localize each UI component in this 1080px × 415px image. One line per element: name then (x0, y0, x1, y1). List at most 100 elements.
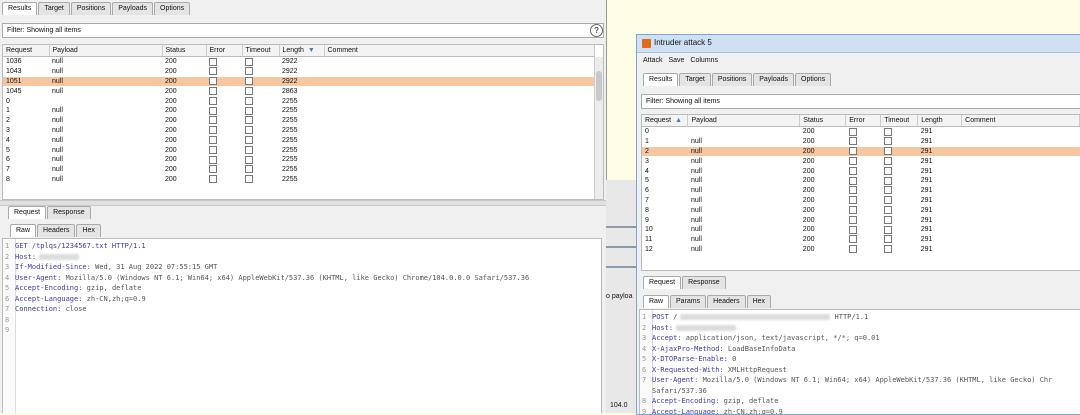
cell-timeout (242, 175, 279, 185)
scroll-thumb[interactable] (596, 71, 602, 101)
table-row[interactable]: 6null2002255 (3, 155, 594, 165)
cell-comment (324, 106, 594, 116)
table-row[interactable]: 2null2002255 (3, 116, 594, 126)
title-bar[interactable]: Intruder attack 5 (637, 35, 1080, 53)
cell-status: 200 (800, 127, 846, 137)
tab-response[interactable]: Response (47, 206, 91, 219)
cell-timeout (881, 156, 918, 166)
tab-response[interactable]: Response (682, 276, 726, 289)
table-row[interactable]: 5null2002255 (3, 145, 594, 155)
column-header-error[interactable]: Error (206, 45, 242, 57)
table-row[interactable]: 0200291 (642, 127, 1080, 137)
table-row[interactable]: 1null2002255 (3, 106, 594, 116)
table-row[interactable]: 1051null2002922 (3, 77, 594, 87)
table-row[interactable]: 8null2002255 (3, 175, 594, 185)
table-row[interactable]: 3null200291 (642, 156, 1080, 166)
line-number: 4 (5, 273, 15, 284)
table-row[interactable]: 12null200291 (642, 245, 1080, 255)
header-key: Accept: (652, 334, 682, 342)
tab-hex[interactable]: Hex (76, 224, 100, 237)
table-row[interactable]: 4null200291 (642, 166, 1080, 176)
column-header-payload[interactable]: Payload (688, 115, 800, 127)
tab-target[interactable]: Target (679, 73, 710, 86)
tab-hex[interactable]: Hex (747, 295, 771, 308)
column-header-comment[interactable]: Comment (962, 115, 1080, 127)
menu-save[interactable]: Save (668, 57, 684, 64)
cell-timeout (881, 215, 918, 225)
tab-request[interactable]: Request (643, 276, 681, 289)
cell-status: 200 (800, 225, 846, 235)
help-icon[interactable]: ? (590, 24, 603, 37)
view-tabs: RawParamsHeadersHex (643, 295, 772, 308)
error-checkbox (849, 196, 857, 204)
table-row[interactable]: 5null200291 (642, 176, 1080, 186)
tab-payloads[interactable]: Payloads (112, 2, 153, 15)
menu-attack[interactable]: Attack (643, 57, 662, 64)
column-header-payload[interactable]: Payload (49, 45, 162, 57)
cell-request: 0 (642, 127, 688, 137)
request-line: 9 (5, 325, 15, 336)
filter-bar[interactable]: Filter: Showing all items (2, 23, 604, 38)
column-header-length[interactable]: Length▼ (279, 45, 324, 57)
table-row[interactable]: 1null200291 (642, 137, 1080, 147)
table-row[interactable]: 6null200291 (642, 186, 1080, 196)
table-row[interactable]: 8null200291 (642, 205, 1080, 215)
column-header-comment[interactable]: Comment (324, 45, 594, 57)
cell-comment (962, 186, 1080, 196)
column-header-status[interactable]: Status (800, 115, 846, 127)
cell-comment (962, 166, 1080, 176)
table-row[interactable]: 7null200291 (642, 196, 1080, 206)
tab-target[interactable]: Target (38, 2, 69, 15)
tab-options[interactable]: Options (154, 2, 190, 15)
tab-raw[interactable]: Raw (643, 295, 669, 308)
results-scrollbar[interactable] (594, 57, 603, 199)
cell-payload: null (49, 67, 162, 77)
table-row[interactable]: 7null2002255 (3, 165, 594, 175)
tab-params[interactable]: Params (670, 295, 706, 308)
request-editor[interactable]: 1POST / HTTP/1.12Host:3Accept: applicati… (639, 309, 1080, 415)
table-row[interactable]: 1045null2002863 (3, 86, 594, 96)
cell-comment (324, 57, 594, 67)
table-row[interactable]: 11null200291 (642, 235, 1080, 245)
table-row[interactable]: 2null200291 (642, 147, 1080, 157)
column-header-timeout[interactable]: Timeout (242, 45, 279, 57)
column-header-status[interactable]: Status (162, 45, 206, 57)
column-header-request[interactable]: Request▲ (642, 115, 688, 127)
filter-bar[interactable]: Filter: Showing all items (641, 94, 1080, 109)
redacted-value (676, 325, 736, 331)
header-key: X-Requested-With: (652, 366, 724, 374)
line-number: 5 (5, 283, 15, 294)
table-row[interactable]: 9null200291 (642, 215, 1080, 225)
tab-options[interactable]: Options (795, 73, 831, 86)
tab-headers[interactable]: Headers (707, 295, 745, 308)
tab-raw[interactable]: Raw (10, 224, 36, 237)
tab-positions[interactable]: Positions (71, 2, 111, 15)
column-header-length[interactable]: Length (918, 115, 962, 127)
cell-status: 200 (162, 57, 206, 67)
table-row[interactable]: 02002255 (3, 96, 594, 106)
column-header-error[interactable]: Error (846, 115, 881, 127)
tab-results[interactable]: Results (643, 73, 678, 86)
cell-payload: null (49, 116, 162, 126)
tab-payloads[interactable]: Payloads (753, 73, 794, 86)
table-row[interactable]: 10null200291 (642, 225, 1080, 235)
table-row[interactable]: 1036null2002922 (3, 57, 594, 67)
menu-columns[interactable]: Columns (690, 57, 718, 64)
strip-text-2: 104.0 (610, 402, 628, 409)
table-row[interactable]: 3null2002255 (3, 126, 594, 136)
request-editor[interactable]: 1GET /tplqs/1234567.txt HTTP/1.12Host:3I… (2, 238, 602, 413)
tab-request[interactable]: Request (8, 206, 46, 219)
tab-results[interactable]: Results (2, 2, 37, 15)
tab-headers[interactable]: Headers (37, 224, 75, 237)
column-header-request[interactable]: Request (3, 45, 49, 57)
tab-positions[interactable]: Positions (712, 73, 752, 86)
table-row[interactable]: 1043null2002922 (3, 67, 594, 77)
table-row[interactable]: 4null2002255 (3, 135, 594, 145)
timeout-checkbox (245, 67, 253, 75)
cell-error (206, 126, 242, 136)
line-number: 3 (642, 333, 652, 344)
timeout-checkbox (245, 156, 253, 164)
column-header-timeout[interactable]: Timeout (881, 115, 918, 127)
cell-timeout (881, 235, 918, 245)
results-table-container: Request▲PayloadStatusErrorTimeoutLengthC… (641, 114, 1080, 271)
